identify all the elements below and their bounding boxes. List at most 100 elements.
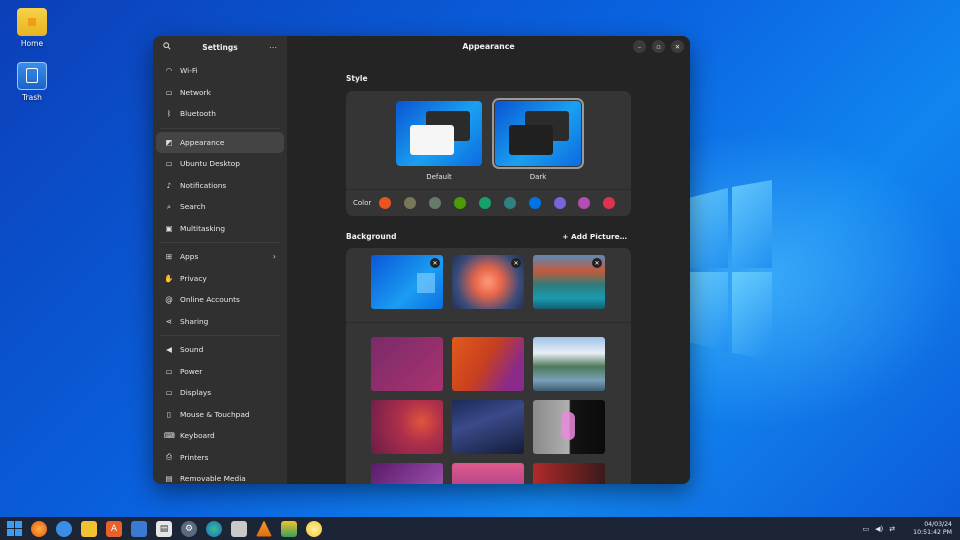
chevron-right-icon: › bbox=[272, 252, 276, 262]
sidebar-item-keyboard[interactable]: ⌨ Keyboard bbox=[156, 425, 284, 447]
sidebar-item-label: Online Accounts bbox=[180, 295, 240, 305]
layers-icon[interactable] bbox=[281, 520, 297, 537]
accent-color-swatch[interactable] bbox=[453, 197, 466, 209]
clock[interactable]: 04/03/24 10:51:42 PM bbox=[913, 521, 952, 537]
sidebar-item-network[interactable]: ▭ Network bbox=[156, 82, 284, 104]
close-icon[interactable]: ✕ bbox=[671, 40, 684, 53]
wallpaper-thumbnail[interactable] bbox=[371, 337, 443, 391]
ubuntu-desktop-icon: ▭ bbox=[165, 159, 173, 169]
wallpaper-thumbnail[interactable]: ✕ bbox=[452, 255, 524, 309]
style-option-label: Dark bbox=[529, 173, 547, 181]
system-tray: ▭ ◀) ⇄ 04/03/24 10:51:42 PM bbox=[863, 517, 952, 540]
firefox-icon[interactable] bbox=[31, 520, 47, 537]
accent-color-swatch[interactable] bbox=[404, 197, 417, 209]
store-icon[interactable]: A bbox=[106, 520, 122, 537]
style-thumbnail-default bbox=[396, 101, 482, 166]
style-thumbnail-dark bbox=[492, 98, 584, 169]
network-status-icon[interactable]: ▭ bbox=[863, 525, 870, 533]
edge-icon[interactable] bbox=[206, 520, 222, 537]
sidebar-item-wifi[interactable]: ◠ Wi-Fi bbox=[156, 60, 284, 82]
weather-icon[interactable] bbox=[306, 520, 322, 537]
sharing-icon: ⋖ bbox=[165, 316, 173, 326]
main-panel: Appearance – ▫ ✕ Style Default Dark Colo… bbox=[287, 36, 690, 484]
divider bbox=[160, 127, 280, 129]
accent-color-swatch[interactable] bbox=[429, 197, 442, 209]
wallpaper-thumbnail[interactable] bbox=[533, 337, 605, 391]
sidebar-item-power[interactable]: ▭ Power bbox=[156, 361, 284, 383]
remove-wallpaper-icon[interactable]: ✕ bbox=[511, 258, 521, 268]
search-icon[interactable] bbox=[160, 42, 174, 52]
style-option-dark[interactable]: Dark bbox=[492, 98, 584, 181]
sidebar-item-label: Bluetooth bbox=[180, 109, 216, 119]
sidebar-item-bluetooth[interactable]: ᛒ Bluetooth bbox=[156, 103, 284, 125]
wallpaper-thumbnail[interactable] bbox=[452, 400, 524, 454]
sidebar-item-label: Ubuntu Desktop bbox=[180, 159, 240, 169]
wallpaper-thumbnail[interactable] bbox=[371, 400, 443, 454]
wallpaper-thumbnail[interactable]: ✕ bbox=[371, 255, 443, 309]
minimize-icon[interactable]: – bbox=[633, 40, 646, 53]
sidebar-item-apps[interactable]: ⊞ Apps › bbox=[156, 246, 284, 268]
sidebar-item-online-accounts[interactable]: @ Online Accounts bbox=[156, 289, 284, 311]
desktop-icon-home[interactable]: Home bbox=[8, 8, 56, 48]
sidebar-item-mouse-touchpad[interactable]: ▯ Mouse & Touchpad bbox=[156, 404, 284, 426]
accent-color-swatch[interactable] bbox=[553, 197, 566, 209]
sidebar-item-search[interactable]: ⌕ Search bbox=[156, 196, 284, 218]
accent-color-swatch[interactable] bbox=[528, 197, 541, 209]
privacy-icon: ✋ bbox=[164, 273, 174, 283]
color-label: Color bbox=[353, 199, 372, 207]
wallpaper-thumbnail[interactable] bbox=[533, 400, 605, 454]
wallpaper-thumbnail[interactable]: ✕ bbox=[533, 255, 605, 309]
bluetooth-icon: ᛒ bbox=[166, 109, 172, 119]
windows-logo-wallpaper bbox=[690, 180, 772, 360]
accent-color-swatch[interactable] bbox=[603, 197, 616, 209]
sidebar-nav: ◠ Wi-Fi ▭ Network ᛒ Bluetooth ◩ Appearance ▭… bbox=[156, 60, 284, 484]
sidebar-item-privacy[interactable]: ✋ Privacy bbox=[156, 268, 284, 290]
menu-dots-icon[interactable]: ⋯ bbox=[266, 43, 280, 52]
sidebar-item-ubuntu-desktop[interactable]: ▭ Ubuntu Desktop bbox=[156, 153, 284, 175]
figure-shape bbox=[561, 412, 575, 440]
desktop-icon-trash[interactable]: Trash bbox=[8, 62, 56, 102]
sidebar-item-notifications[interactable]: ♪ Notifications bbox=[156, 175, 284, 197]
background-header: Background + Add Picture… bbox=[346, 232, 631, 244]
wallpaper-thumbnail[interactable] bbox=[452, 463, 524, 484]
accent-color-swatch[interactable] bbox=[379, 197, 392, 209]
chat-icon[interactable] bbox=[56, 520, 72, 537]
wallpaper-thumbnail[interactable] bbox=[533, 463, 605, 484]
volume-icon[interactable]: ◀) bbox=[875, 525, 883, 533]
sidebar-item-removable-media[interactable]: ▤ Removable Media bbox=[156, 468, 284, 484]
sidebar-item-sharing[interactable]: ⋖ Sharing bbox=[156, 311, 284, 333]
sidebar-item-multitasking[interactable]: ▣ Multitasking bbox=[156, 218, 284, 240]
files-icon[interactable] bbox=[81, 520, 97, 537]
vlc-icon[interactable] bbox=[256, 520, 272, 537]
sidebar-item-appearance[interactable]: ◩ Appearance bbox=[156, 131, 284, 153]
style-option-label: Default bbox=[426, 173, 452, 181]
desktop-icon-label: Home bbox=[20, 39, 44, 48]
power-icon: ▭ bbox=[165, 366, 173, 376]
wallpaper-thumbnail[interactable] bbox=[371, 463, 443, 484]
calculator-icon[interactable] bbox=[231, 520, 247, 537]
settings-icon[interactable]: ⚙ bbox=[181, 520, 197, 537]
accent-color-swatch[interactable] bbox=[503, 197, 516, 209]
sidebar-item-sound[interactable]: ◀ Sound bbox=[156, 339, 284, 361]
language-icon[interactable]: ⇄ bbox=[889, 525, 895, 533]
remove-wallpaper-icon[interactable]: ✕ bbox=[430, 258, 440, 268]
accent-color-swatch[interactable] bbox=[578, 197, 591, 209]
maximize-icon[interactable]: ▫ bbox=[652, 40, 665, 53]
sidebar: Settings ⋯ ◠ Wi-Fi ▭ Network ᛒ Bluetooth ◩ A… bbox=[153, 36, 287, 484]
accent-color-swatch[interactable] bbox=[478, 197, 491, 209]
start-icon[interactable] bbox=[7, 521, 22, 536]
remove-wallpaper-icon[interactable]: ✕ bbox=[592, 258, 602, 268]
sidebar-item-printers[interactable]: ⎙ Printers bbox=[156, 447, 284, 469]
divider bbox=[160, 335, 280, 336]
python-icon[interactable] bbox=[131, 520, 147, 537]
style-option-default[interactable]: Default bbox=[395, 101, 483, 181]
sidebar-item-label: Privacy bbox=[180, 273, 207, 283]
wallpaper-thumbnail[interactable] bbox=[452, 337, 524, 391]
sidebar-title: Settings bbox=[202, 42, 238, 52]
sidebar-item-displays[interactable]: ▭ Displays bbox=[156, 382, 284, 404]
add-picture-button[interactable]: + Add Picture… bbox=[562, 232, 627, 241]
printer-icon: ⎙ bbox=[166, 452, 172, 462]
clock-time: 10:51:42 PM bbox=[913, 528, 952, 536]
shop-icon[interactable]: ▤ bbox=[156, 520, 172, 537]
add-picture-label: Add Picture… bbox=[570, 232, 627, 241]
